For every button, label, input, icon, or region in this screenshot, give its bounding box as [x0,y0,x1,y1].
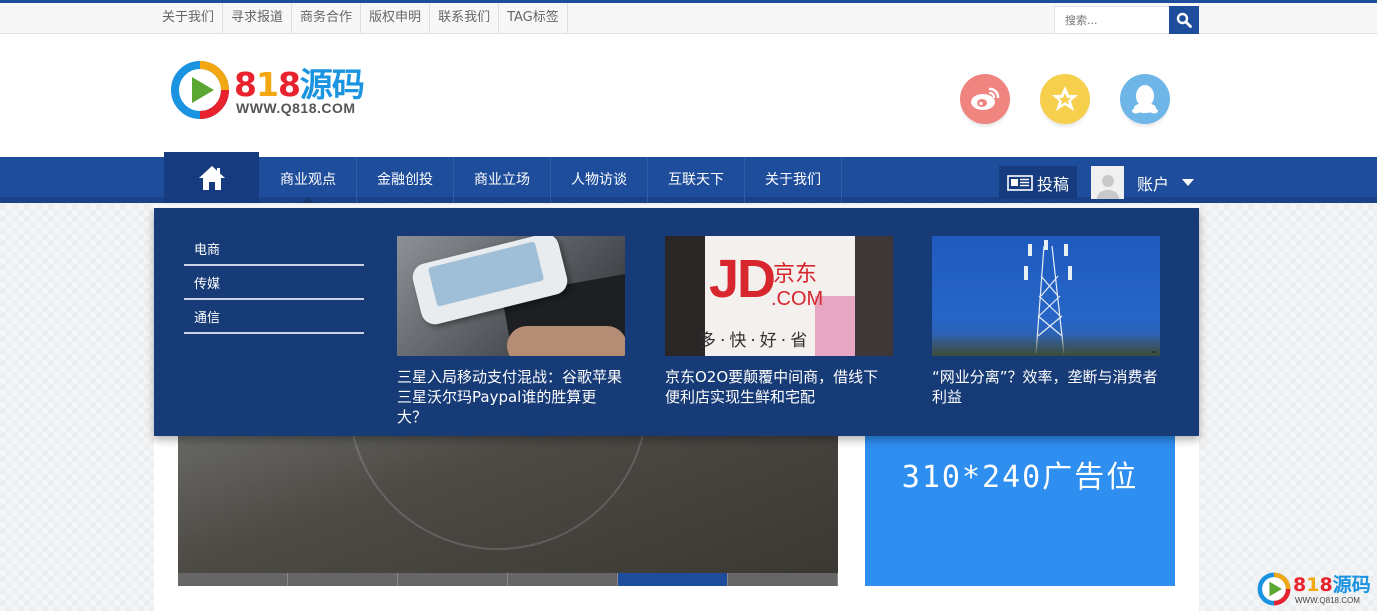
qq-icon [1132,85,1158,114]
site-header: 818源码 WWW.Q818.COM [0,34,1377,157]
top-link-seek-coverage[interactable]: 寻求报道 [223,3,293,33]
newspaper-icon [1007,174,1033,191]
jd-logo-text: JD [709,249,776,309]
top-link-business[interactable]: 商务合作 [292,3,362,33]
nav-item-business-views[interactable]: 商业观点 [260,157,357,203]
article-thumbnail[interactable] [932,236,1160,356]
search-button[interactable] [1169,6,1199,34]
article-thumbnail[interactable] [397,236,625,356]
subcategory-list: 电商 传媒 通信 [184,232,364,334]
slider-dot[interactable] [178,573,288,586]
site-logo[interactable]: 818源码 WWW.Q818.COM [170,58,380,120]
top-link-about[interactable]: 关于我们 [154,3,224,33]
favorite-button[interactable] [1040,74,1090,124]
subcategory-telecom[interactable]: 通信 [184,300,364,334]
watermark-url: WWW.Q818.COM [1295,596,1360,605]
slider-dot-active[interactable] [618,573,728,586]
ad-placeholder[interactable]: 310*240广告位 [865,410,1175,586]
jd-logo-com: .COM [771,288,824,310]
star-icon [1052,86,1078,111]
chevron-down-icon[interactable] [1182,179,1194,186]
nav-item-interviews[interactable]: 人物访谈 [551,157,648,203]
mega-menu-dropdown: 电商 传媒 通信 三星入局移动支付混战：谷歌苹果三星沃尔玛Paypal谁的胜算更… [154,208,1199,436]
play-logo-icon [1257,572,1291,606]
slider-dot[interactable] [398,573,508,586]
logo-url: WWW.Q818.COM [236,100,356,116]
slider-dot[interactable] [288,573,398,586]
article-title[interactable]: 三星入局移动支付混战：谷歌苹果三星沃尔玛Paypal谁的胜算更大？ [397,367,625,427]
article-card[interactable]: JD 京东 .COM 多·快·好·省 京东O2O要颠覆中间商，借线下便利店实现生… [665,236,893,407]
nav-item-about[interactable]: 关于我们 [745,157,842,203]
top-links: 关于我们 寻求报道 商务合作 版权申明 联系我们 TAG标签 [154,3,568,33]
logo-text: 818源码 [234,65,365,104]
contribute-label: 投稿 [1036,174,1069,194]
jd-slogan: 多·快·好·省 [699,331,812,351]
top-bar: 关于我们 寻求报道 商务合作 版权申明 联系我们 TAG标签 [0,0,1377,34]
image-caption [1152,351,1156,353]
watermark-text: 818源码 [1293,574,1371,596]
qq-button[interactable] [1120,74,1170,124]
subcategory-media[interactable]: 传媒 [184,266,364,300]
account-label[interactable]: 账户 [1137,171,1169,195]
weibo-icon [971,87,1000,110]
top-link-tags[interactable]: TAG标签 [499,3,568,33]
article-title[interactable]: 京东O2O要颠覆中间商，借线下便利店实现生鲜和宅配 [665,367,893,407]
nav-item-business-stance[interactable]: 商业立场 [454,157,551,203]
top-link-copyright[interactable]: 版权申明 [361,3,431,33]
watermark-logo: 818源码 WWW.Q818.COM [1257,570,1372,608]
nav-items: 商业观点 金融创投 商业立场 人物访谈 互联天下 关于我们 [260,157,842,203]
search-icon [1176,12,1192,28]
home-icon [198,165,225,190]
weibo-button[interactable] [960,74,1010,124]
article-thumbnail[interactable]: JD 京东 .COM 多·快·好·省 [665,236,893,356]
article-title[interactable]: “网业分离”？效率，垄断与消费者利益 [932,367,1160,407]
slider-dot[interactable] [508,573,618,586]
nav-item-internet[interactable]: 互联天下 [648,157,745,203]
subcategory-ecommerce[interactable]: 电商 [184,232,364,266]
search-input[interactable] [1054,6,1170,34]
slider-pagination [178,573,838,586]
main-nav: 商业观点 金融创投 商业立场 人物访谈 互联天下 关于我们 投稿 账户 [0,152,1377,203]
home-button[interactable] [164,152,259,203]
slider-dot[interactable] [728,573,838,586]
play-logo-icon [171,61,229,119]
nav-item-finance[interactable]: 金融创投 [357,157,454,203]
user-icon [1096,175,1119,199]
jd-logo-cn: 京东 [773,262,818,287]
top-link-contact[interactable]: 联系我们 [430,3,500,33]
avatar[interactable] [1091,166,1124,199]
contribute-button[interactable]: 投稿 [999,166,1077,199]
article-card[interactable]: “网业分离”？效率，垄断与消费者利益 [932,236,1160,407]
article-card[interactable]: 三星入局移动支付混战：谷歌苹果三星沃尔玛Paypal谁的胜算更大？ [397,236,625,427]
